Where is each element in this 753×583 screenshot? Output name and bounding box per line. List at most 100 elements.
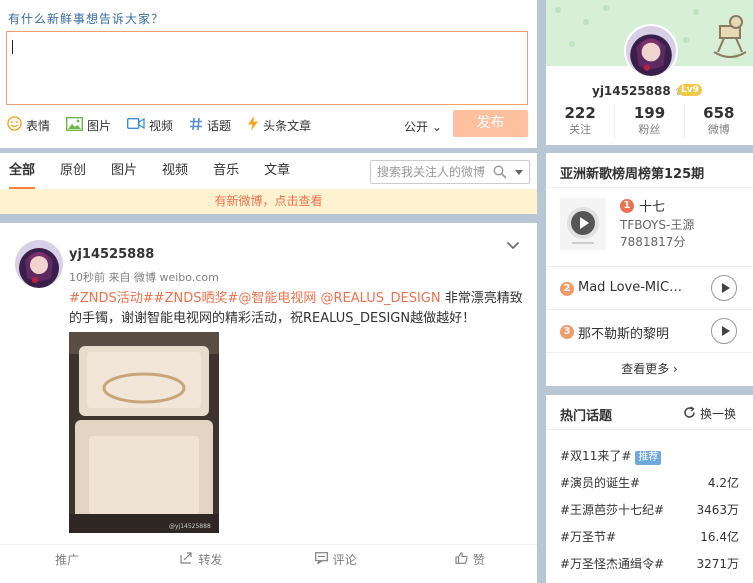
post-photo[interactable]: @yj14525888 (69, 332, 219, 533)
comment-label: 评论 (332, 553, 357, 567)
picture-button[interactable]: 图片 (66, 116, 112, 134)
svg-text:@yj14525888: @yj14525888 (169, 523, 211, 530)
send-button[interactable]: 发布 (453, 110, 528, 137)
song-title-1[interactable]: 十七 (639, 196, 665, 215)
topic-name-1: #双11来了# (560, 449, 632, 463)
video-label: 视频 (149, 118, 174, 133)
tab-all[interactable]: 全部 (9, 153, 36, 189)
publisher-toolbar: 表情 图片 视频 话题 头条文章 (7, 115, 327, 135)
music-chart-title[interactable]: 亚洲新歌榜周榜第125期 (560, 163, 704, 182)
video-button[interactable]: 视频 (127, 117, 173, 134)
feed-search-input[interactable] (377, 164, 493, 180)
topic-name-5: #万圣怪杰通缉令# (560, 557, 665, 571)
comment-icon (314, 552, 328, 567)
stat-posts-label: 微博 (707, 123, 730, 136)
feed-card: yj14525888 10秒前 来自 微博 weibo.com #ZNDS活动#… (0, 223, 537, 583)
hot-topics-title: 热门话题 (560, 409, 613, 424)
search-dropdown-icon[interactable] (515, 170, 523, 175)
song-artist-1[interactable]: TFBOYS-王源 (620, 216, 694, 233)
post-hashtags[interactable]: #ZNDS活动##ZNDS晒奖#@智能电视网 @REALUS_DESIGN (69, 291, 441, 306)
post-text-rest: 非常漂亮精致 (440, 291, 523, 306)
refresh-topics-button[interactable]: 换一换 (683, 405, 736, 422)
post-action-bar: 推广 转发 评论 赞 (0, 544, 537, 574)
like-button[interactable]: 赞 (403, 545, 537, 574)
refresh-label: 换一换 (700, 407, 737, 421)
stat-posts-count: 658 (703, 104, 735, 122)
topic-count-4: 16.4亿 (700, 530, 739, 544)
search-icon[interactable] (493, 165, 507, 182)
tab-original[interactable]: 原创 (60, 153, 86, 189)
topic-row-2[interactable]: #演员的诞生# 4.2亿 (560, 474, 739, 494)
article-button[interactable]: 头条文章 (247, 116, 311, 134)
topic-name-2: #演员的诞生# (560, 476, 641, 490)
repost-button[interactable]: 转发 (134, 545, 268, 574)
profile-card: yj14525888 ♛ Lv9 222关注 199粉丝 658微博 (546, 0, 753, 145)
music-chart-panel: 亚洲新歌榜周榜第125期 1 十七 TFBOYS-王源 7881817分 2 M… (546, 153, 753, 386)
divider (546, 309, 753, 310)
song-title-3[interactable]: 那不勒斯的黎明 (578, 323, 669, 342)
topic-name-4: #万圣节# (560, 530, 617, 544)
tab-pictures[interactable]: 图片 (111, 153, 137, 189)
smile-icon (7, 116, 22, 134)
music-more-link[interactable]: 查看更多 › (546, 360, 753, 377)
author-avatar[interactable] (15, 240, 63, 288)
profile-username-text: yj14525888 (592, 84, 671, 98)
visibility-label: 公开 (404, 120, 429, 134)
topic-count-3: 3463万 (696, 503, 739, 517)
publisher-panel: 有什么新鲜事想告诉大家？ 表情 图片 视频 话题 头条文章 公开 ⌄ 发布 (0, 0, 537, 148)
post-author-name[interactable]: yj14525888 (69, 247, 154, 262)
divider (546, 266, 753, 267)
stat-following[interactable]: 222 关注 (546, 104, 616, 138)
post-meta: 10秒前 来自 微博 weibo.com (69, 271, 219, 284)
chevron-down-icon (506, 241, 520, 250)
repost-label: 转发 (198, 553, 223, 567)
post-textarea[interactable] (6, 31, 528, 105)
album-cover[interactable] (560, 198, 606, 250)
stat-followers[interactable]: 199 粉丝 (615, 104, 685, 138)
topic-row-1[interactable]: #双11来了# 推荐 (560, 447, 739, 467)
stat-posts[interactable]: 658 微博 (685, 104, 753, 138)
tab-music[interactable]: 音乐 (213, 153, 239, 189)
picture-label: 图片 (87, 118, 112, 133)
topic-row-3[interactable]: #王源芭莎十七纪# 3463万 (560, 501, 739, 521)
text-caret (12, 40, 13, 54)
tab-articles[interactable]: 文章 (264, 153, 290, 189)
feed-search-box (370, 160, 530, 184)
topic-label: 话题 (207, 118, 232, 133)
post-text: #ZNDS活动##ZNDS晒奖#@智能电视网 @REALUS_DESIGN 非常… (69, 289, 524, 329)
rank-badge-2: 2 (560, 282, 574, 296)
topic-count-2: 4.2亿 (707, 476, 739, 490)
like-icon (455, 552, 468, 567)
visibility-dropdown[interactable]: 公开 ⌄ (404, 118, 442, 135)
play-button-2[interactable] (711, 275, 737, 301)
profile-username[interactable]: yj14525888 ♛ (592, 84, 684, 98)
level-badge[interactable]: Lv9 (678, 84, 702, 96)
post-text-line2: 的手镯，谢谢智能电视网的精彩活动，祝REALUS_DESIGN越做越好！ (69, 311, 476, 326)
stat-following-count: 222 (564, 104, 596, 122)
play-button-3[interactable] (711, 318, 737, 344)
profile-stats: 222 关注 199 粉丝 658 微博 (546, 104, 753, 138)
emoji-button[interactable]: 表情 (7, 116, 50, 134)
song-score-1: 7881817分 (620, 235, 686, 249)
topic-row-4[interactable]: #万圣节# 16.4亿 (560, 528, 739, 548)
comment-button[interactable]: 评论 (269, 545, 403, 574)
lightning-icon (247, 116, 259, 134)
topic-count-5: 3271万 (696, 557, 739, 571)
share-icon (180, 552, 193, 567)
like-label: 赞 (472, 553, 485, 567)
post-menu-button[interactable] (506, 239, 520, 253)
song-title-2[interactable]: Mad Love-MIC… (578, 280, 682, 295)
tab-videos[interactable]: 视频 (162, 153, 188, 189)
stat-following-label: 关注 (569, 123, 592, 136)
video-icon (127, 117, 145, 133)
topic-name-3: #王源芭莎十七纪# (560, 503, 665, 517)
topic-button[interactable]: 话题 (189, 117, 231, 134)
divider (546, 352, 753, 353)
feed-tabs: 全部 原创 图片 视频 音乐 文章 (9, 153, 315, 189)
new-posts-notice[interactable]: 有新微博，点击查看 (0, 189, 537, 214)
topic-row-5[interactable]: #万圣怪杰通缉令# 3271万 (560, 555, 739, 575)
stat-followers-label: 粉丝 (638, 123, 661, 136)
promote-button[interactable]: 推广 (0, 545, 134, 574)
rank-badge-3: 3 (560, 325, 574, 339)
profile-avatar[interactable] (624, 24, 678, 78)
